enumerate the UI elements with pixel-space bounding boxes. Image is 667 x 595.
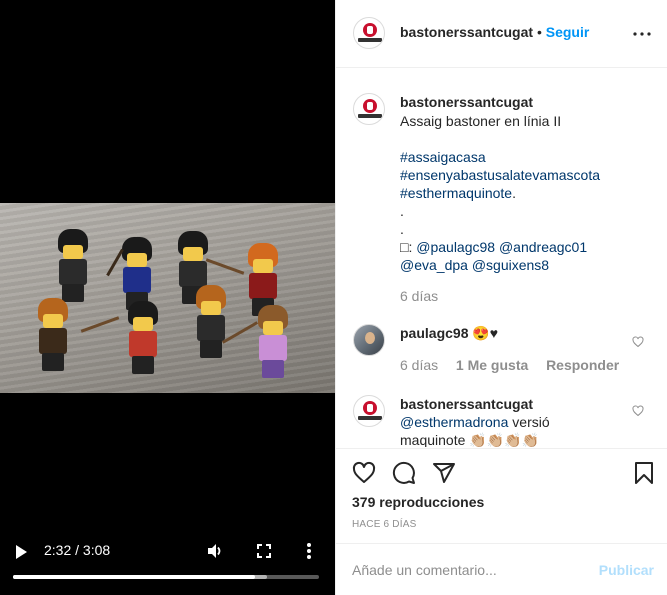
- header-separator: •: [536, 24, 542, 40]
- post-actions: 379 reproducciones HACE 6 DÍAS: [336, 448, 667, 548]
- comment-text: maquinote 👏🏼👏🏼👏🏼👏🏼: [400, 432, 539, 447]
- logo-icon: [363, 401, 377, 415]
- publish-button[interactable]: Publicar: [599, 562, 654, 578]
- comments-list[interactable]: bastonerssantcugat Assaig bastoner en lí…: [336, 69, 667, 447]
- comment-time[interactable]: 6 días: [400, 357, 438, 373]
- hashtag-link[interactable]: #ensenyabastusalatevamascota: [400, 167, 600, 183]
- mention-link[interactable]: @esthermadrona: [400, 414, 508, 430]
- credit-prefix: □:: [400, 239, 413, 255]
- video-progress-bar[interactable]: [13, 575, 319, 579]
- caption-dot: .: [400, 221, 404, 237]
- comment-input[interactable]: [352, 560, 592, 580]
- post-date[interactable]: HACE 6 DÍAS: [352, 519, 416, 530]
- avatar[interactable]: [353, 395, 385, 427]
- mention-link[interactable]: @eva_dpa: [400, 257, 468, 273]
- caption-text: Assaig bastoner en línia II: [400, 113, 562, 129]
- post-header: bastonerssantcugat • Seguir: [336, 0, 667, 68]
- comment-icon[interactable]: [392, 461, 416, 485]
- comment-username[interactable]: bastonerssantcugat: [400, 396, 533, 412]
- hashtag-link[interactable]: #esthermaquinote: [400, 185, 512, 201]
- time-current: 2:32: [44, 542, 72, 558]
- add-comment-bar: Publicar: [336, 543, 667, 595]
- post-side-panel: bastonerssantcugat • Seguir bastonerssan…: [335, 0, 667, 595]
- video-player[interactable]: 2:32 / 3:08: [0, 0, 335, 595]
- caption-username[interactable]: bastonerssantcugat: [400, 94, 533, 110]
- caption-time[interactable]: 6 días: [400, 288, 438, 304]
- more-options-icon[interactable]: [630, 22, 654, 46]
- video-controls: 2:32 / 3:08: [0, 535, 335, 595]
- video-frame[interactable]: [0, 203, 335, 393]
- caption-dot: .: [400, 203, 404, 219]
- logo-icon: [363, 23, 377, 37]
- avatar[interactable]: [353, 17, 385, 49]
- comment-text: 😍♥: [472, 325, 499, 341]
- instagram-post-modal: 2:32 / 3:08 bastonerssantcugat • Seguir …: [0, 0, 667, 595]
- bookmark-icon[interactable]: [632, 461, 656, 485]
- play-icon[interactable]: [14, 544, 28, 560]
- caption-period: .: [512, 185, 516, 201]
- comment-heart-icon[interactable]: [632, 336, 644, 348]
- reply-button[interactable]: Responder: [546, 357, 619, 373]
- mention-link[interactable]: @sguixens8: [472, 257, 549, 273]
- avatar[interactable]: [353, 324, 385, 356]
- video-time: 2:32 / 3:08: [44, 542, 110, 558]
- mention-link[interactable]: @andreagc01: [499, 239, 587, 255]
- comment-username[interactable]: paulagc98: [400, 325, 468, 341]
- header-username[interactable]: bastonerssantcugat: [400, 24, 533, 40]
- view-count[interactable]: 379 reproducciones: [352, 494, 484, 510]
- time-separator: /: [75, 542, 80, 558]
- video-menu-icon[interactable]: [306, 542, 312, 560]
- comment-heart-icon[interactable]: [632, 405, 644, 417]
- hashtag-link[interactable]: #assaigacasa: [400, 149, 486, 165]
- follow-button[interactable]: Seguir: [546, 24, 590, 40]
- heart-icon[interactable]: [352, 461, 376, 485]
- time-total: 3:08: [82, 542, 111, 558]
- avatar[interactable]: [353, 93, 385, 125]
- played-bar: [13, 575, 255, 579]
- mention-link[interactable]: @paulagc98: [416, 239, 495, 255]
- logo-icon: [363, 99, 377, 113]
- comment-text: versió: [508, 414, 550, 430]
- fullscreen-icon[interactable]: [257, 544, 271, 558]
- share-icon[interactable]: [432, 461, 456, 485]
- volume-icon[interactable]: [206, 542, 224, 560]
- comment-likes[interactable]: 1 Me gusta: [456, 357, 528, 373]
